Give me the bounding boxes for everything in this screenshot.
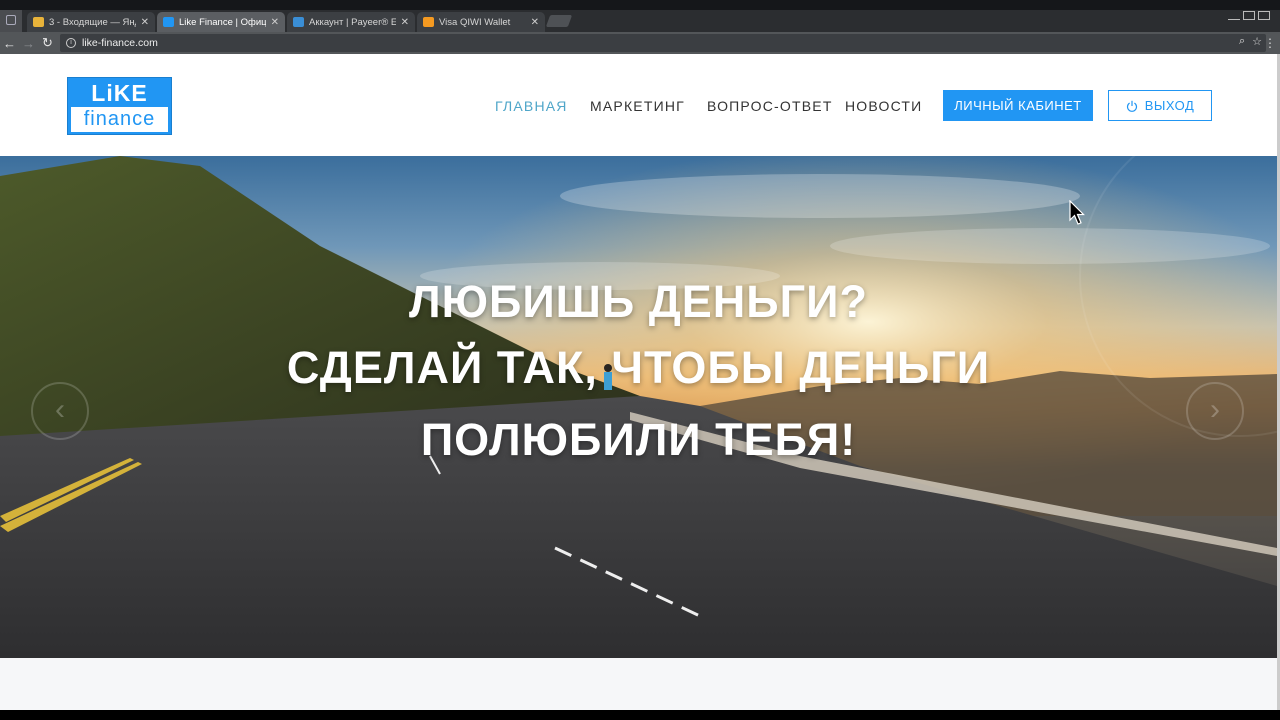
window-controls [1228, 11, 1270, 20]
tab-yandex-mail[interactable]: 3 - Входящие — Яндекс ✕ [27, 12, 155, 32]
nav-marketing-link[interactable]: МАРКЕТИНГ [590, 98, 685, 114]
tab-title: 3 - Входящие — Яндекс [49, 16, 136, 28]
exit-button[interactable]: ВЫХОД [1108, 90, 1212, 121]
content-section [0, 658, 1277, 710]
address-toolbar: ← → ↻ i like-finance.com ⌕ ☆ [0, 32, 1280, 54]
logo-top-text: LiKE [91, 80, 148, 106]
nav-news-link[interactable]: НОВОСТИ [845, 98, 922, 114]
url-input[interactable]: i like-finance.com ⌕ ☆ [60, 34, 1266, 52]
restore-icon[interactable] [1243, 11, 1255, 20]
site-header: LiKE finance ГЛАВНАЯ МАРКЕТИНГ ВОПРОС-ОТ… [0, 54, 1277, 156]
slider-next-arrow-icon[interactable]: › [1186, 382, 1244, 440]
logo-bottom-text: finance [71, 107, 168, 132]
nav-faq-link[interactable]: ВОПРОС-ОТВЕТ [707, 98, 833, 114]
tab-title: Like Finance | Официаль [179, 16, 266, 28]
close-tab-icon[interactable]: ✕ [401, 17, 409, 28]
close-window-icon[interactable] [1258, 11, 1270, 20]
minimize-icon[interactable] [1228, 16, 1240, 20]
nav-home-link[interactable]: ГЛАВНАЯ [495, 98, 568, 114]
like-finance-favicon-icon [163, 17, 174, 27]
payeer-favicon-icon [293, 17, 304, 27]
back-arrow-icon[interactable]: ← [0, 36, 19, 51]
mail-favicon-icon [33, 17, 44, 27]
new-tab-button[interactable] [545, 15, 573, 27]
tab-title: Аккаунт | Payeer® E-Wa [309, 16, 396, 28]
tab-qiwi[interactable]: Visa QIWI Wallet ✕ [417, 12, 545, 32]
hero-title-line3: ПОЛЮБИЛИ ТЕБЯ! [420, 414, 857, 465]
browser-tab-bar: 3 - Входящие — Яндекс ✕ Like Finance | О… [0, 0, 1280, 32]
bookmark-star-icon[interactable]: ☆ [1252, 35, 1262, 48]
close-tab-icon[interactable]: ✕ [271, 17, 279, 28]
tab-title: Visa QIWI Wallet [439, 16, 511, 28]
hero-title-line1: ЛЮБИШЬ ДЕНЬГИ? [409, 276, 868, 327]
reload-icon[interactable]: ↻ [38, 35, 57, 51]
hero-slider: ЛЮБИШЬ ДЕНЬГИ? СДЕЛАЙ ТАК, ЧТОБЫ ДЕНЬГИ … [0, 156, 1277, 658]
web-page: LiKE finance ГЛАВНАЯ МАРКЕТИНГ ВОПРОС-ОТ… [0, 54, 1277, 710]
slider-prev-arrow-icon[interactable]: ‹ [31, 382, 89, 440]
personal-cabinet-button[interactable]: ЛИЧНЫЙ КАБИНЕТ [943, 90, 1093, 121]
bottom-border [0, 710, 1280, 720]
url-text: like-finance.com [82, 37, 158, 49]
forward-arrow-icon[interactable]: → [19, 36, 38, 51]
tab-payeer[interactable]: Аккаунт | Payeer® E-Wa ✕ [287, 12, 415, 32]
qiwi-favicon-icon [423, 17, 434, 27]
browser-menu-icon[interactable]: ⋮ [1264, 36, 1276, 50]
apps-icon[interactable] [0, 10, 22, 32]
zoom-icon[interactable]: ⌕ [1239, 35, 1245, 48]
exit-label: ВЫХОД [1144, 98, 1195, 113]
close-tab-icon[interactable]: ✕ [141, 17, 149, 28]
hero-background-image [0, 156, 1277, 658]
site-logo[interactable]: LiKE finance [67, 77, 172, 135]
close-tab-icon[interactable]: ✕ [531, 17, 539, 28]
mouse-cursor-icon [1069, 200, 1085, 225]
tab-like-finance[interactable]: Like Finance | Официаль ✕ [157, 12, 285, 32]
info-icon[interactable]: i [66, 38, 76, 48]
power-icon [1126, 100, 1137, 112]
hero-title-line2: СДЕЛАЙ ТАК, ЧТОБЫ ДЕНЬГИ [286, 342, 991, 393]
